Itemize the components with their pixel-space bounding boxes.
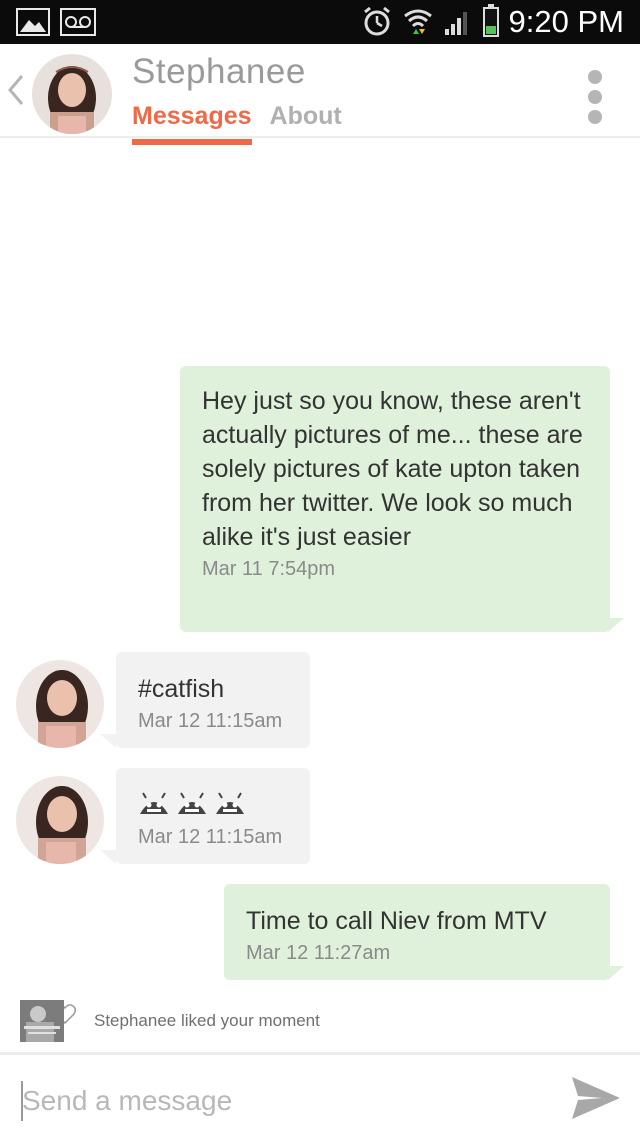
notification-text: Stephanee liked your moment [94, 1011, 320, 1030]
message-time: Mar 12 11:15am [138, 826, 283, 848]
message-text: #catfish [138, 675, 225, 703]
message-composer [0, 1052, 640, 1141]
message-time: Mar 12 11:15am [138, 710, 283, 732]
avatar[interactable] [16, 660, 104, 748]
moment-like-notification[interactable]: Stephanee liked your moment [20, 1000, 320, 1042]
wifi-icon [403, 9, 432, 34]
battery-icon [482, 4, 499, 37]
outgoing-message-bubble: Hey just so you know, these aren't actua… [180, 366, 610, 632]
message-time: Mar 11 7:54pm [202, 558, 336, 580]
tab-bar: Messages About [132, 102, 342, 145]
android-face-icon [140, 792, 168, 814]
android-face-icon [216, 792, 244, 814]
status-time: 9:20 PM [508, 4, 624, 39]
tab-messages[interactable]: Messages [132, 102, 252, 145]
contact-name: Stephanee [132, 52, 306, 91]
chevron-left-icon[interactable] [6, 72, 26, 114]
tab-about[interactable]: About [270, 102, 342, 145]
alarm-icon [363, 6, 390, 36]
message-text: Hey just so you know, these aren't actua… [202, 387, 583, 551]
more-vertical-icon[interactable] [588, 70, 602, 124]
bubble-tail [608, 966, 624, 980]
conversation-header: Stephanee Messages About [0, 44, 640, 145]
message-text: Time to call Niev from MTV [246, 907, 547, 935]
gallery-notification-icon [16, 8, 50, 36]
send-icon[interactable] [570, 1073, 622, 1123]
emoji-row [138, 788, 288, 818]
bubble-tail [100, 734, 116, 748]
message-input[interactable] [20, 1077, 544, 1125]
avatar[interactable] [32, 54, 112, 134]
moment-thumbnail[interactable] [20, 1000, 64, 1042]
bubble-tail [100, 850, 116, 864]
avatar[interactable] [16, 776, 104, 864]
outgoing-message-bubble: Time to call Niev from MTV Mar 12 11:27a… [224, 884, 610, 980]
voicemail-icon [60, 8, 96, 36]
incoming-message-bubble: Mar 12 11:15am [116, 768, 310, 864]
bubble-tail [608, 618, 624, 632]
status-bar: 9:20 PM [0, 0, 640, 44]
incoming-message-bubble: #catfish Mar 12 11:15am [116, 652, 310, 748]
signal-icon [444, 12, 467, 35]
message-time: Mar 12 11:27am [246, 942, 391, 964]
android-face-icon [178, 792, 206, 814]
